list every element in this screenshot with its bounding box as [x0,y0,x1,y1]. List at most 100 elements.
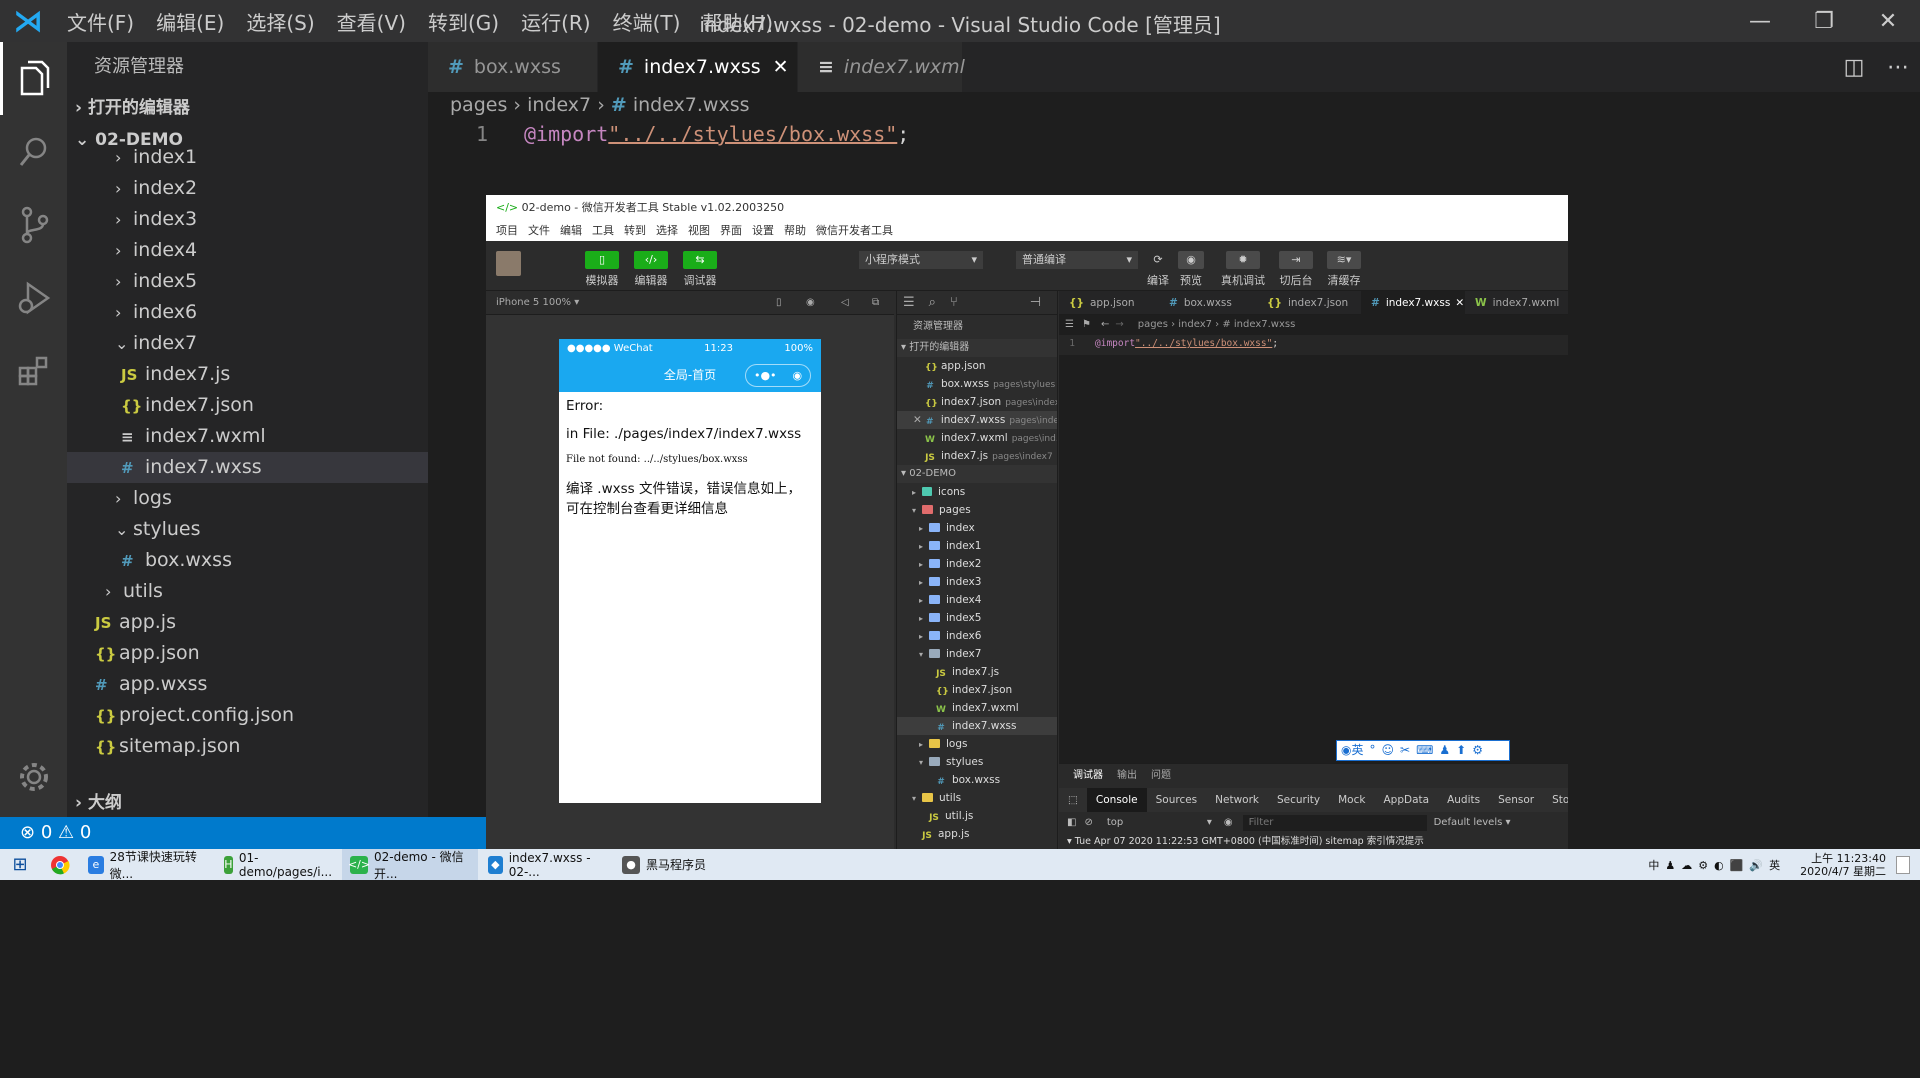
tree-folder[interactable]: › index5 [67,266,428,297]
preview-button[interactable]: ◉ 预览 [1176,251,1206,288]
editor-tab[interactable]: {} app.json [1059,291,1159,315]
remote-debug-button[interactable]: ✹ 真机调试 [1221,251,1265,288]
debugger-button[interactable]: ⇆ 调试器 [681,251,719,288]
tree-folder[interactable]: › utils [67,576,428,607]
tree-file[interactable]: # app.wxss [67,669,428,700]
tree-folder[interactable]: › index2 [67,173,428,204]
menu-item[interactable]: 终端(T) [613,11,681,35]
tree-file[interactable]: {} app.json [67,638,428,669]
chrome-icon[interactable] [40,849,80,880]
open-editor-item[interactable]: {}index7.jsonpages\index7 [897,393,1057,411]
taskbar-task[interactable]: H 01-demo/pages/i... [216,849,340,880]
close-circle-icon[interactable]: ◉ [792,359,802,392]
menu-item[interactable]: 运行(R) [521,11,591,35]
tree-folder[interactable]: ▸ index4 [897,591,1057,609]
menu-item[interactable]: 查看(V) [337,11,406,35]
console-tab[interactable]: Storage [1543,788,1568,812]
tree-folder[interactable]: ▸ index [897,519,1057,537]
simulator-button[interactable]: ▯ 模拟器 [583,251,621,288]
run-debug-icon[interactable] [0,261,67,334]
menu-item[interactable]: 编辑 [560,224,582,237]
console-tab[interactable]: Security [1268,788,1329,812]
menu-item[interactable]: 帮助 [784,224,806,237]
outline-section[interactable]: › 大纲 [67,787,428,819]
tree-folder[interactable]: ▾ index7 [897,645,1057,663]
tree-file[interactable]: JS util.js [897,807,1057,825]
editor-tab[interactable]: Windex7.wxml [1465,291,1568,315]
eye-icon[interactable]: ◉ [1224,812,1233,834]
tree-folder[interactable]: › index1 [67,142,428,173]
source-control-icon[interactable] [0,188,67,261]
tree-folder[interactable]: ⌄ index7 [67,328,428,359]
search-icon[interactable] [0,115,67,188]
tree-file[interactable]: JS app.js [67,607,428,638]
open-editor-item[interactable]: # box.wxss pages\stylues [897,375,1057,393]
tree-folder[interactable]: ▸ index6 [897,627,1057,645]
tree-folder[interactable]: ⌄ stylues [67,514,428,545]
compile-button[interactable]: ⟳ 编译 [1143,251,1173,288]
record-icon[interactable]: ◉ [806,291,815,315]
tree-file[interactable]: {} index7.json [67,390,428,421]
tree-file[interactable]: JS index7.js [897,663,1057,681]
tree-folder[interactable]: ▸ logs [897,735,1057,753]
tree-folder[interactable]: ▸ icons [897,483,1057,501]
tree-file[interactable]: {} sitemap.json [67,731,428,762]
caret-down-icon[interactable]: ▾ [1207,812,1212,834]
tree-file[interactable]: # box.wxss [67,545,428,576]
taskbar-task[interactable]: </> 02-demo - 微信开... [342,849,478,881]
open-editor-item[interactable]: ✕#index7.wxsspages\index7 [897,411,1057,429]
close-icon[interactable]: ✕ [773,56,789,78]
status-bar[interactable]: ⊗ 0 ⚠ 0 [0,817,486,849]
tree-folder[interactable]: ▸ index1 [897,537,1057,555]
tree-folder[interactable]: ▾ pages [897,501,1057,519]
rotate-icon[interactable]: ▯ [776,291,782,315]
menu-item[interactable]: 设置 [752,224,774,237]
menu-item[interactable]: 项目 [496,224,518,237]
open-editors-section[interactable]: ▾ 打开的编辑器 [897,339,1057,357]
tree-folder[interactable]: › index3 [67,204,428,235]
menu-item[interactable]: 文件 [528,224,550,237]
menu-item[interactable]: 文件(F) [67,11,134,35]
menu-item[interactable]: 选择(S) [246,11,314,35]
compile-select[interactable]: 普通编译 ▾ [1016,251,1138,269]
detach-icon[interactable]: ⧉ [872,291,879,315]
tree-file[interactable]: JS app.js [897,825,1057,843]
console-tab[interactable]: Network [1206,788,1268,812]
sidebar-toggle-icon[interactable]: ◧ [1067,812,1076,834]
minimize-icon[interactable]: — [1728,0,1792,42]
console-filter-input[interactable]: Filter [1242,815,1427,831]
menu-item[interactable]: 视图 [688,224,710,237]
tree-folder[interactable]: ▸ index5 [897,609,1057,627]
inspect-icon[interactable]: ⬚ [1059,788,1087,812]
menu-item[interactable]: 选择 [656,224,678,237]
console-log-line[interactable]: ▾ Tue Apr 07 2020 11:22:53 GMT+0800 (中国标… [1059,834,1568,849]
mode-select[interactable]: 小程序模式 ▾ [859,251,983,269]
console-tab[interactable]: Console [1086,788,1147,812]
debug-tab[interactable]: 问题 [1151,770,1171,781]
editor-tab[interactable]: # index7.wxss ✕ [598,42,798,92]
breadcrumb-item[interactable]: pages [450,94,507,116]
tree-file[interactable]: # index7.wxss [67,452,428,483]
code-line[interactable]: 1 @import"../../stylues/box.wxss"; [428,122,1468,150]
open-editor-item[interactable]: JS index7.js pages\index7 [897,447,1057,465]
search-icon[interactable]: ⌕ [929,295,936,310]
editor-tab[interactable]: # box.wxss [428,42,598,92]
project-section[interactable]: ▾ 02-DEMO [897,465,1057,483]
menu-item[interactable]: 编辑(E) [156,11,224,35]
tree-folder[interactable]: › index6 [67,297,428,328]
devtools-code-line[interactable]: 1 @import"../../stylues/box.wxss"; [1059,335,1568,355]
menu-item[interactable]: 工具 [592,224,614,237]
editor-tab[interactable]: {} index7.json [1257,291,1361,315]
clear-cache-button[interactable]: ≋▾ 清缓存 [1324,251,1364,288]
taskbar-task[interactable]: ● 黑马程序员 [614,849,734,880]
collapse-icon[interactable]: ⊣ [1030,295,1041,310]
branch-icon[interactable]: ⑂ [950,295,958,310]
console-tab[interactable]: Mock [1329,788,1374,812]
volume-icon[interactable]: ◁ [841,291,849,315]
editor-tab[interactable]: ≡ index7.wxml [798,42,965,92]
tree-file[interactable]: {} index7.json [897,681,1057,699]
explorer-icon[interactable] [0,42,67,115]
menu-item[interactable]: 界面 [720,224,742,237]
tree-file[interactable]: # box.wxss [897,771,1057,789]
extensions-icon[interactable] [0,334,67,407]
